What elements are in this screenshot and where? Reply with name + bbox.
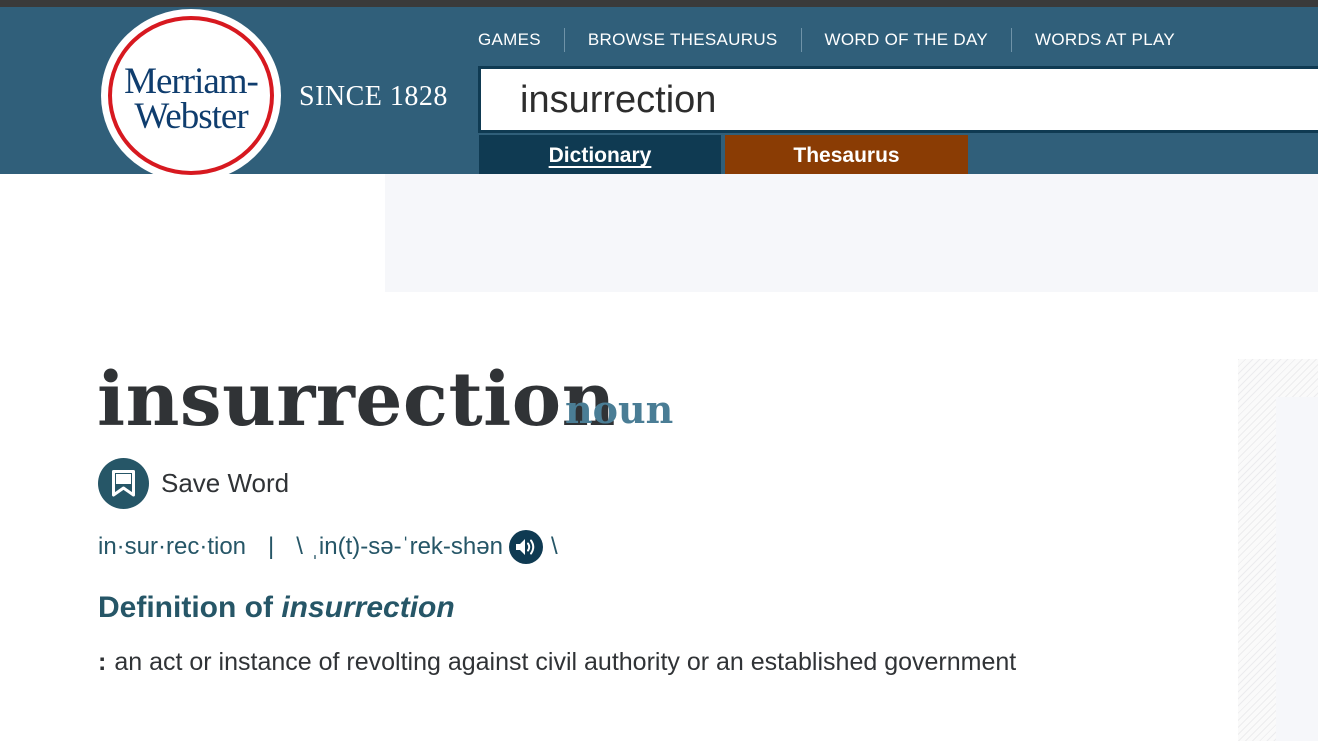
pronunciation-separator: |: [268, 533, 275, 560]
logo-line-2: Webster: [134, 96, 248, 137]
logo-line-1: Merriam-: [124, 61, 259, 102]
nav-games[interactable]: GAMES: [478, 30, 541, 50]
part-of-speech[interactable]: noun: [565, 388, 673, 432]
merriam-webster-logo[interactable]: Merriam- Webster: [101, 9, 281, 182]
headword: insurrection: [97, 357, 616, 443]
right-rail-content: [1276, 397, 1318, 741]
tab-dictionary[interactable]: Dictionary: [479, 135, 721, 177]
logo-wordmark: Merriam- Webster: [101, 61, 281, 137]
ad-banner-area: [385, 174, 1318, 292]
pronunciation-slash-open: \: [296, 533, 303, 560]
nav-word-of-the-day[interactable]: WORD OF THE DAY: [825, 30, 989, 50]
tab-thesaurus-label: Thesaurus: [793, 144, 900, 167]
pronunciation-line: in·sur·rec·tion | \ ˌin(t)-sə-ˈrek-shən …: [98, 530, 558, 564]
tab-dictionary-label: Dictionary: [548, 144, 652, 167]
nav-browse-thesaurus[interactable]: BROWSE THESAURUS: [588, 30, 778, 50]
definition-colon: :: [98, 648, 107, 676]
definition-heading-prefix: Definition of: [98, 591, 273, 624]
browser-top-strip: [0, 0, 1318, 7]
right-rail-panel: [1238, 359, 1318, 741]
search-input[interactable]: [481, 69, 1318, 130]
definition-sense-1: : an act or instance of revolting against…: [98, 648, 1016, 677]
syllabification: in·sur·rec·tion: [98, 533, 247, 560]
save-word-button[interactable]: Save Word: [98, 458, 289, 509]
tab-thesaurus[interactable]: Thesaurus: [725, 135, 968, 177]
save-word-label: Save Word: [161, 468, 290, 498]
definition-heading: Definition of insurrection: [98, 591, 455, 625]
nav-divider: [1011, 28, 1013, 52]
nav-divider: [800, 28, 802, 52]
pronunciation-text: ˌin(t)-sə-ˈrek-shən: [310, 533, 503, 560]
since-1828-tagline: SINCE 1828: [299, 81, 448, 112]
bookmark-icon[interactable]: [98, 458, 149, 509]
nav-words-at-play[interactable]: WORDS AT PLAY: [1035, 30, 1175, 50]
pronunciation-slash-close: \: [550, 533, 558, 560]
definition-heading-word: insurrection: [281, 591, 455, 624]
top-nav: GAMES BROWSE THESAURUS WORD OF THE DAY W…: [478, 25, 1175, 55]
definition-text: an act or instance of revolting against …: [114, 648, 1017, 676]
search-box[interactable]: [478, 66, 1318, 133]
speaker-icon[interactable]: [508, 530, 543, 564]
nav-divider: [563, 28, 565, 52]
